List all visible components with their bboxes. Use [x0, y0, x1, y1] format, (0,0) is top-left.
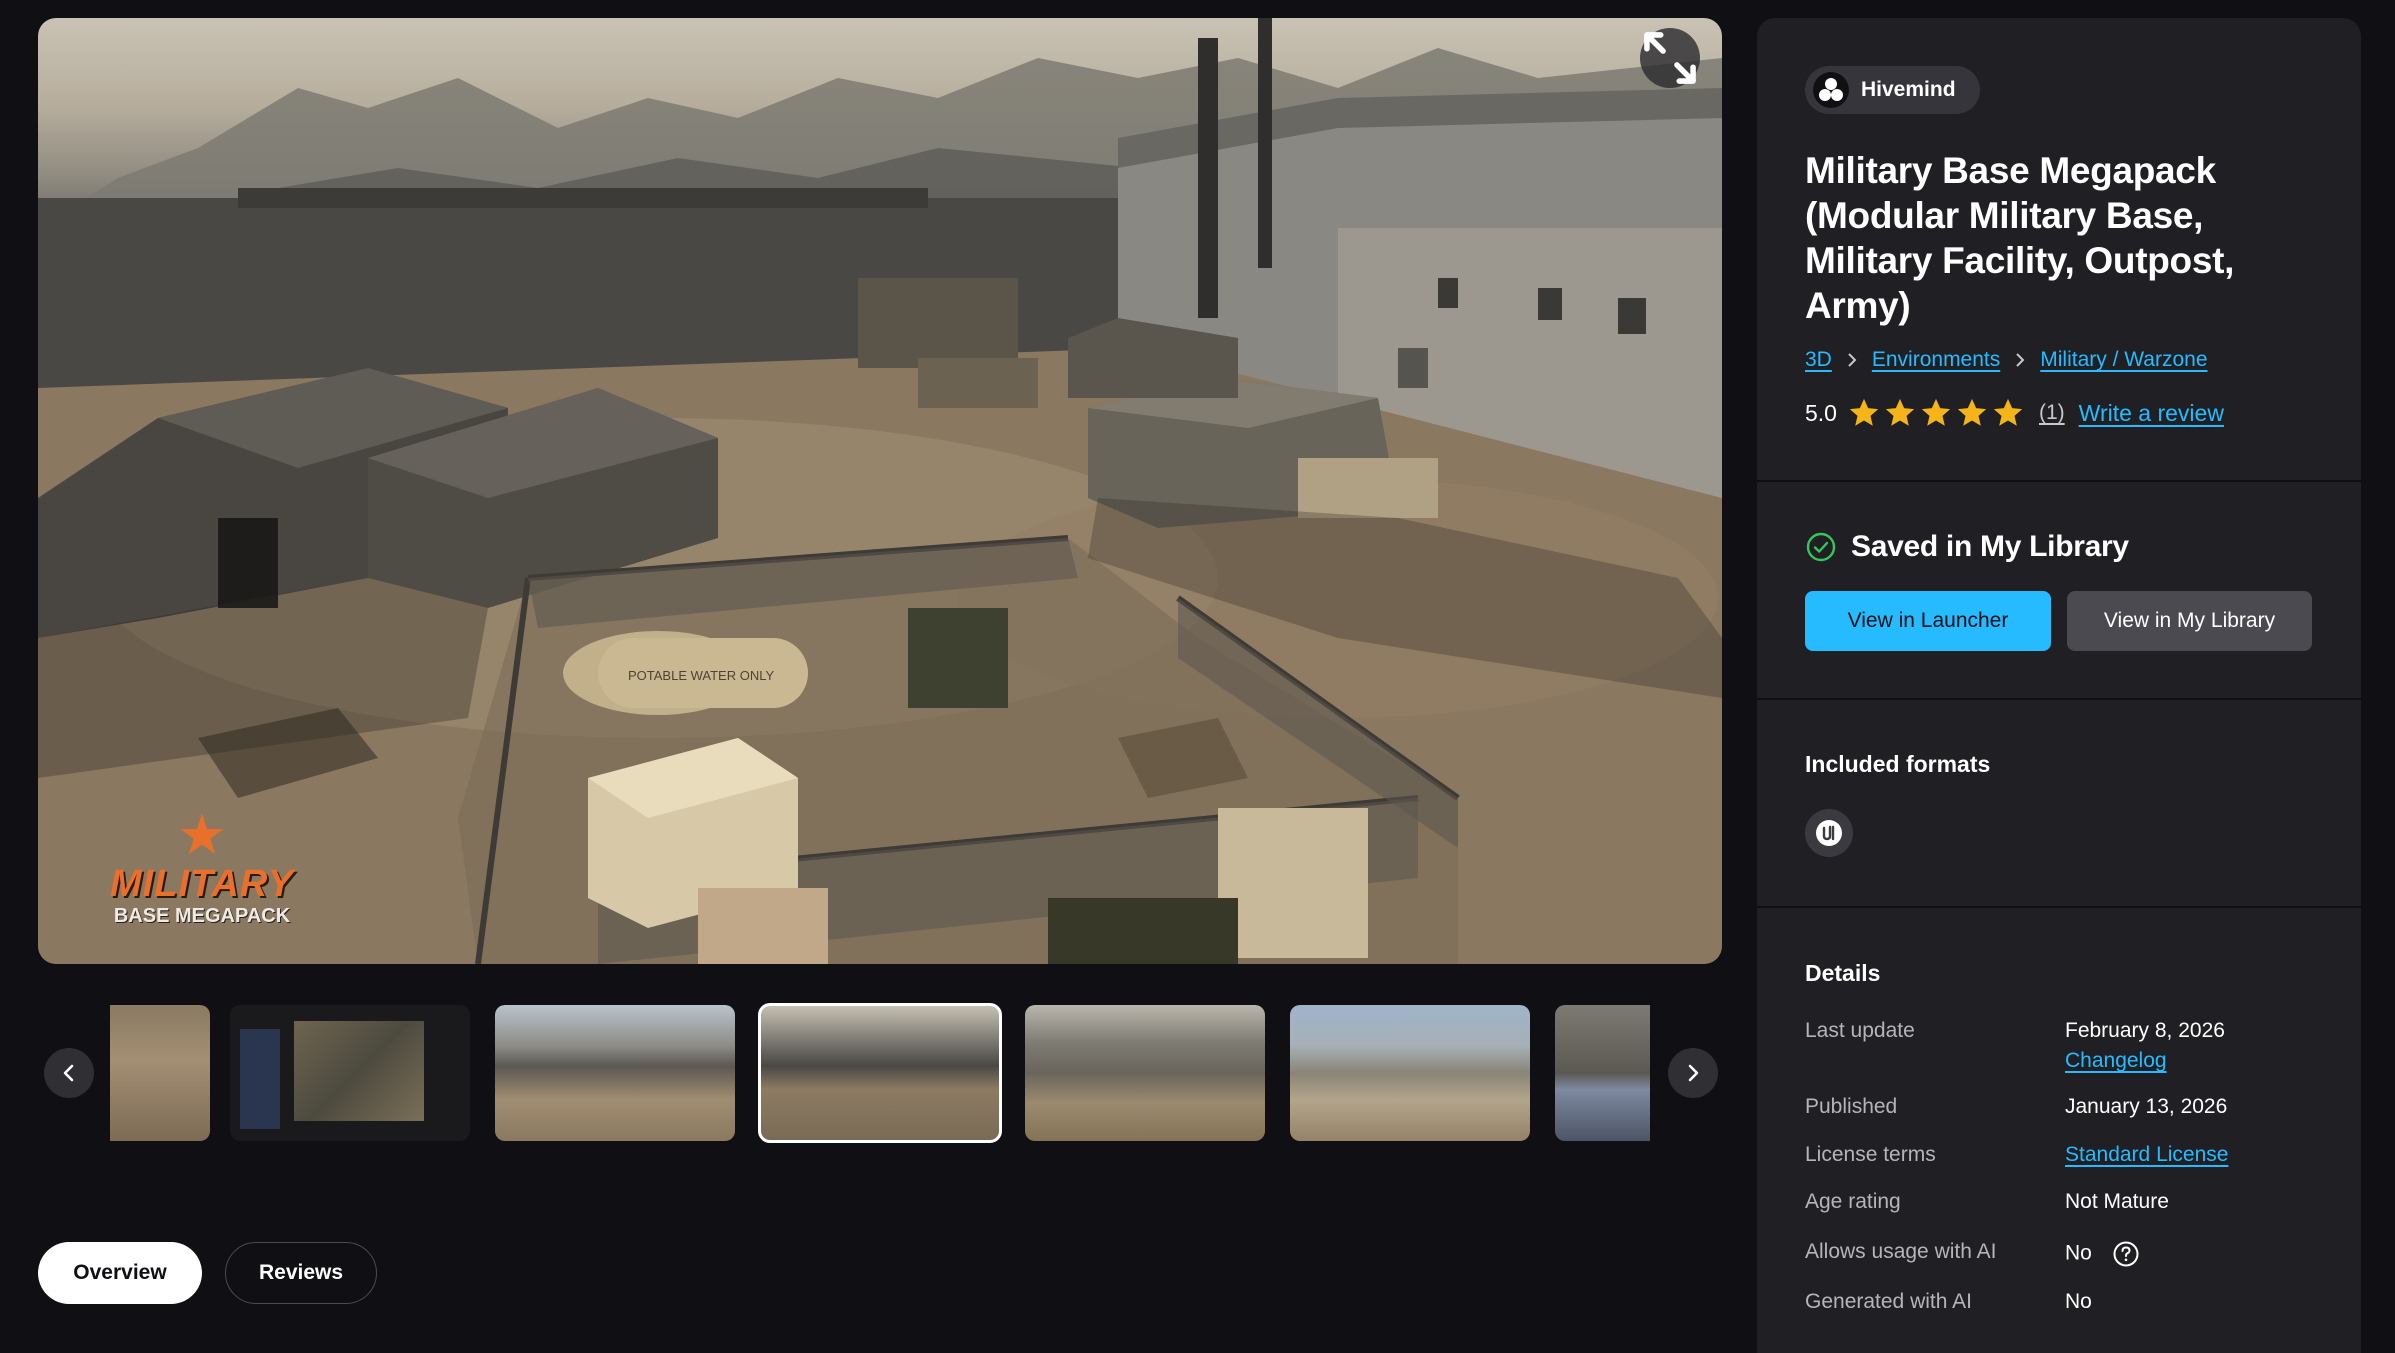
- tank-text: POTABLE WATER ONLY: [628, 668, 774, 683]
- carousel-next-button[interactable]: [1668, 1048, 1718, 1098]
- breadcrumb-environments[interactable]: Environments: [1872, 348, 2000, 372]
- seller-name: Hivemind: [1861, 78, 1956, 101]
- tab-reviews[interactable]: Reviews: [225, 1242, 377, 1304]
- ai-generated-label: Generated with AI: [1805, 1290, 1972, 1313]
- logo-title: MILITARY: [110, 863, 294, 905]
- last-update-value: February 8, 2026: [2065, 1019, 2225, 1042]
- rating-row: 5.0 (1) Write a review: [1805, 396, 2224, 430]
- star-emblem-icon: ★: [176, 803, 228, 868]
- ai-usage-label: Allows usage with AI: [1805, 1240, 1997, 1263]
- star-icon: [1885, 398, 1915, 426]
- ai-usage-row: No: [2065, 1240, 2140, 1268]
- fullscreen-button[interactable]: [1640, 28, 1700, 88]
- published-label: Published: [1805, 1095, 1898, 1118]
- check-circle-icon: [1806, 532, 1836, 562]
- thumbnail[interactable]: [110, 1005, 210, 1141]
- tab-overview[interactable]: Overview: [38, 1242, 202, 1304]
- view-in-library-button[interactable]: View in My Library: [2067, 591, 2312, 651]
- product-info-panel: Hivemind Military Base Megapack (Modular…: [1757, 18, 2361, 1353]
- included-formats-title: Included formats: [1805, 751, 1991, 777]
- seller-logo-icon: [1813, 72, 1849, 108]
- star-rating: [1847, 396, 2027, 430]
- license-label: License terms: [1805, 1143, 1936, 1166]
- saved-status-text: Saved in My Library: [1851, 530, 2129, 563]
- star-icon: [1993, 398, 2023, 426]
- divider: [1757, 698, 2361, 700]
- seller-chip[interactable]: Hivemind: [1805, 66, 1980, 114]
- write-review-link[interactable]: Write a review: [2079, 400, 2224, 427]
- logo-subtitle: BASE MEGAPACK: [113, 905, 291, 927]
- ai-usage-value: No: [2065, 1241, 2092, 1265]
- divider: [1757, 906, 2361, 908]
- details-title: Details: [1805, 960, 1881, 986]
- thumbnail[interactable]: [1555, 1005, 1650, 1141]
- thumbnail[interactable]: [230, 1005, 470, 1141]
- chevron-right-icon: [2014, 352, 2026, 368]
- main-product-image[interactable]: POTABLE WATER ONLY ★ MILITARY BASE MEGAP…: [38, 18, 1722, 964]
- thumbnail-carousel: [38, 1000, 1722, 1148]
- chevron-right-icon: [1846, 352, 1858, 368]
- thumbnail-active[interactable]: [758, 1003, 1002, 1143]
- unreal-engine-icon[interactable]: [1805, 809, 1853, 857]
- changelog-link[interactable]: Changelog: [2065, 1049, 2167, 1073]
- star-icon: [1957, 398, 1987, 426]
- breadcrumb-3d[interactable]: 3D: [1805, 348, 1832, 372]
- star-icon: [1849, 398, 1879, 426]
- view-in-launcher-button[interactable]: View in Launcher: [1805, 591, 2051, 651]
- thumbnail[interactable]: [1290, 1005, 1530, 1141]
- license-link[interactable]: Standard License: [2065, 1143, 2228, 1167]
- product-title: Military Base Megapack (Modular Military…: [1805, 150, 2235, 326]
- product-logo-watermark: ★ MILITARY BASE MEGAPACK: [92, 808, 312, 928]
- age-rating-value: Not Mature: [2065, 1190, 2169, 1213]
- ai-generated-value: No: [2065, 1290, 2092, 1313]
- age-rating-label: Age rating: [1805, 1190, 1901, 1213]
- thumbnail[interactable]: [1025, 1005, 1265, 1141]
- thumbnail-track: [110, 1000, 1650, 1148]
- last-update-label: Last update: [1805, 1019, 1915, 1042]
- rating-value: 5.0: [1805, 399, 1837, 426]
- breadcrumb: 3D Environments Military / Warzone: [1805, 348, 2208, 372]
- chevron-left-icon: [63, 1064, 74, 1082]
- carousel-prev-button[interactable]: [44, 1048, 94, 1098]
- chevron-right-icon: [1688, 1064, 1699, 1082]
- help-icon[interactable]: [2112, 1240, 2140, 1268]
- thumbnail[interactable]: [495, 1005, 735, 1141]
- expand-icon: [1644, 32, 1696, 84]
- rating-count-link[interactable]: (1): [2039, 401, 2065, 425]
- published-value: January 13, 2026: [2065, 1095, 2228, 1118]
- library-status: Saved in My Library: [1805, 530, 2129, 564]
- breadcrumb-military-warzone[interactable]: Military / Warzone: [2040, 348, 2207, 372]
- divider: [1757, 480, 2361, 482]
- star-icon: [1921, 398, 1951, 426]
